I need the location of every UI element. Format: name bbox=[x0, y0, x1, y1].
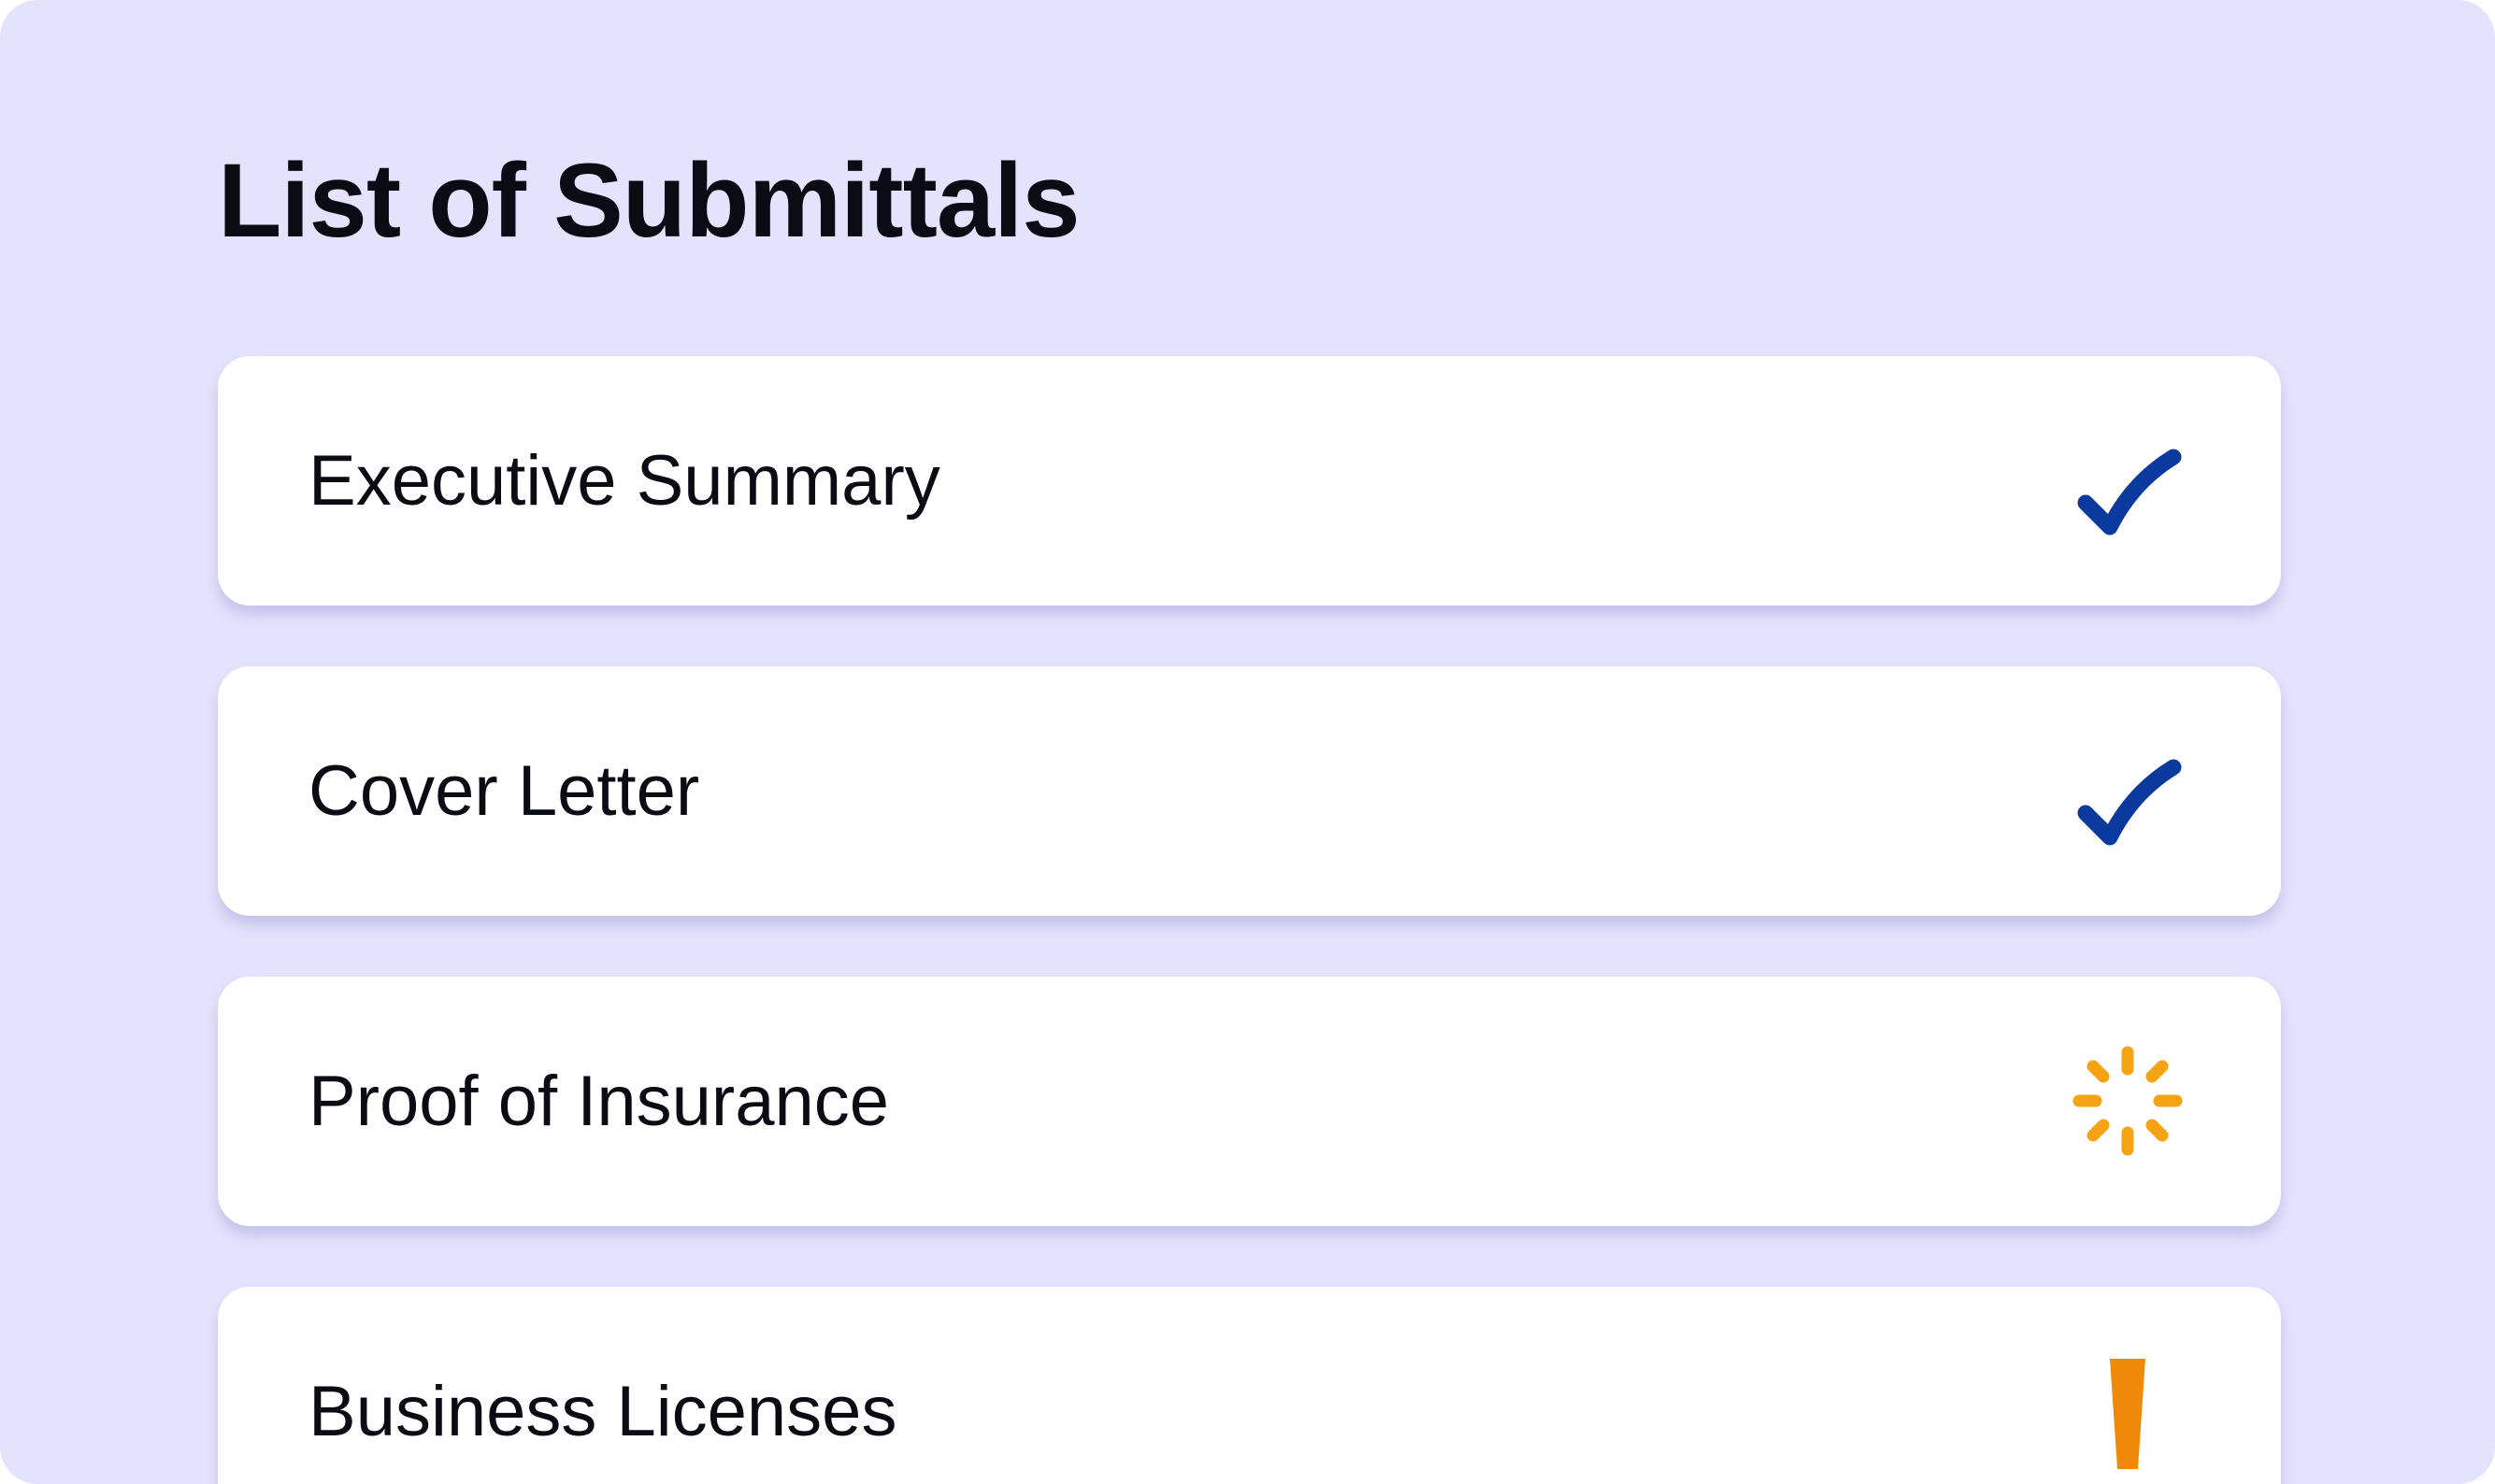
submittal-label: Executive Summary bbox=[308, 441, 940, 521]
submittal-item-cover-letter[interactable]: Cover Letter bbox=[218, 666, 2281, 916]
submittals-panel: List of Submittals Executive Summary Cov… bbox=[0, 0, 2495, 1484]
check-icon bbox=[2069, 421, 2187, 539]
submittal-item-business-licenses[interactable]: Business Licenses bbox=[218, 1287, 2281, 1484]
submittal-label: Cover Letter bbox=[308, 751, 700, 831]
submittal-label: Proof of Insurance bbox=[308, 1062, 890, 1141]
submittal-item-executive-summary[interactable]: Executive Summary bbox=[218, 356, 2281, 606]
submittal-label: Business Licenses bbox=[308, 1372, 897, 1451]
check-icon bbox=[2069, 732, 2187, 849]
exclamation-icon bbox=[2069, 1352, 2187, 1470]
submittal-item-proof-of-insurance[interactable]: Proof of Insurance bbox=[218, 977, 2281, 1226]
spinner-icon bbox=[2069, 1042, 2187, 1160]
page-title: List of Submittals bbox=[218, 142, 1081, 259]
